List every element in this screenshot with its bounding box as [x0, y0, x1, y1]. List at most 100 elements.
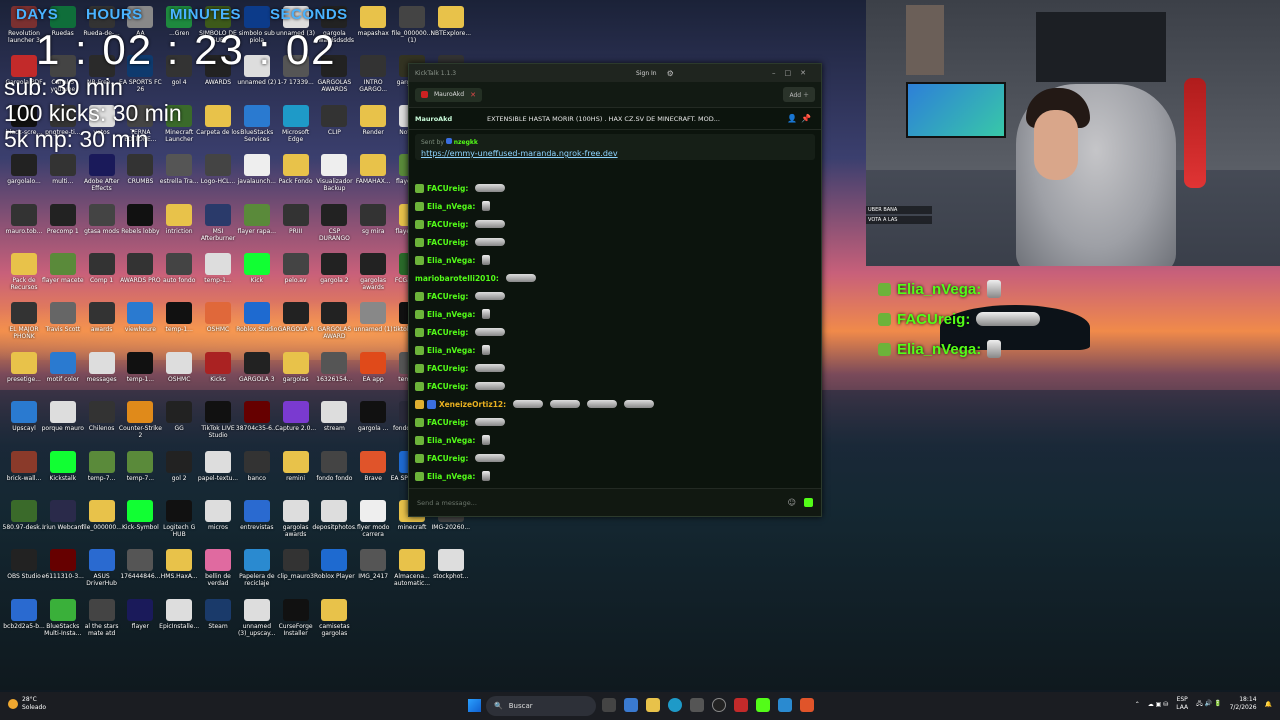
message-input[interactable]: Send a message... ☺	[409, 488, 821, 516]
edge-icon[interactable]	[668, 698, 682, 712]
desktop-icon[interactable]: IMG_2417	[351, 549, 395, 587]
desktop-icon[interactable]: temp-1...	[157, 302, 201, 340]
desktop-icon[interactable]: unnamed (3)_upscay...	[235, 598, 279, 637]
desktop-icon[interactable]: bellin de verdad	[196, 549, 240, 587]
chat-message[interactable]: Elia_nVega:	[415, 341, 815, 359]
desktop-icon[interactable]: CurseForge Installer	[274, 598, 318, 637]
desktop-icon[interactable]: GARGOLAS AWARD	[312, 302, 356, 340]
desktop-icon[interactable]: Comp 1	[80, 253, 124, 291]
desktop-icon[interactable]: papel-textu...	[196, 450, 240, 489]
desktop-icon[interactable]: 38704c35-6...	[235, 401, 279, 439]
chat-username[interactable]: FACUreig:	[427, 382, 468, 391]
desktop-icon[interactable]: stream	[312, 401, 356, 439]
desktop-icon[interactable]: Kickstalk	[41, 450, 85, 489]
desktop-icon[interactable]: Kick	[235, 253, 279, 291]
chat-messages[interactable]: FACUreig: Elia_nVega: FACUreig: FACUreig: El…	[415, 179, 815, 485]
desktop-icon[interactable]: OSHMC	[157, 351, 201, 390]
language-indicator[interactable]: ESP LAA	[1176, 696, 1188, 712]
chat-message[interactable]: FACUreig:	[415, 179, 815, 197]
file-explorer-icon[interactable]	[646, 698, 660, 712]
gear-icon[interactable]: ⚙	[667, 69, 674, 78]
user-pin-icons[interactable]: 👤📌	[787, 114, 815, 123]
chat-username[interactable]: Elia_nVega:	[427, 256, 475, 265]
app-icon[interactable]	[690, 698, 704, 712]
chat-message[interactable]: Elia_nVega:	[415, 197, 815, 215]
desktop-icon[interactable]: flayer rapa...	[235, 203, 279, 242]
tray-icons[interactable]: ☁ ▣ ⛁	[1148, 701, 1169, 708]
desktop-icon[interactable]: camisetas gargolas	[312, 598, 356, 637]
add-tab-button[interactable]: Add ＋	[783, 87, 815, 102]
chat-message[interactable]: XeneizeOrtiz12:	[415, 395, 815, 413]
desktop-icon[interactable]: Kick-Symbol	[118, 500, 162, 538]
desktop-icon[interactable]: Steam	[196, 598, 240, 637]
chat-message[interactable]: Elia_nVega:	[415, 431, 815, 449]
desktop-icon[interactable]: OBS Studio	[2, 549, 46, 587]
chat-message[interactable]: Elia_nVega:	[415, 467, 815, 485]
desktop-icon[interactable]: Counter-Strike 2	[118, 401, 162, 439]
desktop-icon[interactable]: Logitech G HUB	[157, 500, 201, 538]
desktop-icon[interactable]: Rebels lobby	[118, 203, 162, 242]
chat-username[interactable]: FACUreig:	[427, 292, 468, 301]
app-blue-icon[interactable]	[778, 698, 792, 712]
desktop-icon[interactable]: Brave	[351, 450, 395, 489]
pinned-link[interactable]: https://emmy-uneffused-maranda.ngrok-fre…	[421, 149, 809, 158]
close-tab-icon[interactable]: ✕	[470, 91, 476, 99]
desktop-icon[interactable]: AWARDS PRO	[118, 253, 162, 291]
desktop-icon[interactable]: Capture 2.0...	[274, 401, 318, 439]
brave-icon[interactable]	[800, 698, 814, 712]
desktop-icon[interactable]: BlueStacks Multi-Insta...	[41, 598, 85, 637]
clock[interactable]: 18:14 7/2/2026	[1230, 696, 1257, 712]
desktop-icon[interactable]: TikTok LIVE Studio	[196, 401, 240, 439]
desktop-icon[interactable]: unnamed (1)	[351, 302, 395, 340]
chat-username[interactable]: FACUreig:	[427, 454, 468, 463]
desktop-icon[interactable]: NBTExplore...	[429, 6, 473, 44]
desktop-icon[interactable]: brick-wall...	[2, 450, 46, 489]
desktop-icon[interactable]: Roblox Studio	[235, 302, 279, 340]
desktop-icon[interactable]: gargolas awards	[274, 500, 318, 538]
obs-icon[interactable]	[712, 698, 726, 712]
desktop-icon[interactable]: flayer	[118, 598, 162, 637]
desktop-icon[interactable]: gargolas awards	[351, 253, 395, 291]
chat-message[interactable]: Elia_nVega:	[415, 305, 815, 323]
chat-username[interactable]: mariobarotelli2010:	[415, 274, 499, 283]
desktop-icon[interactable]: Travis Scott	[41, 302, 85, 340]
chat-username[interactable]: Elia_nVega:	[427, 310, 475, 319]
chat-username[interactable]: FACUreig:	[427, 238, 468, 247]
chat-message[interactable]: FACUreig:	[415, 233, 815, 251]
tray-chevron-icon[interactable]: ⌃	[1135, 701, 1140, 708]
chat-username[interactable]: Elia_nVega:	[427, 436, 475, 445]
desktop-icon[interactable]: file_000000... (1)	[390, 6, 434, 44]
desktop-icon[interactable]: flyer modo carrera	[351, 500, 395, 538]
desktop-icon[interactable]: mauro.tob...	[2, 203, 46, 242]
desktop-icon[interactable]: temp-7...	[80, 450, 124, 489]
network-volume-icons[interactable]: 🖧 🔊 🔋	[1196, 699, 1221, 709]
desktop-icon[interactable]: ASUS DriverHub	[80, 549, 124, 587]
chat-message[interactable]: Elia_nVega:	[415, 251, 815, 269]
window-titlebar[interactable]: KickTalk 1.1.3 Sign In ⚙ –□✕	[409, 64, 821, 82]
desktop-icon[interactable]: entrevistas	[235, 500, 279, 538]
desktop-icon[interactable]: gol 2	[157, 450, 201, 489]
desktop-icon[interactable]: GARGOLA 3	[235, 351, 279, 390]
desktop-icon[interactable]: banco	[235, 450, 279, 489]
desktop-icon[interactable]: Iriun Webcam	[41, 500, 85, 538]
desktop-icon[interactable]: presetige...	[2, 351, 46, 390]
chat-username[interactable]: FACUreig:	[427, 418, 468, 427]
chat-username[interactable]: Elia_nVega:	[427, 346, 475, 355]
desktop-icon[interactable]: OSHMC	[196, 302, 240, 340]
chat-message[interactable]: FACUreig:	[415, 287, 815, 305]
chat-message[interactable]: FACUreig:	[415, 377, 815, 395]
desktop-icon[interactable]: mapashax	[351, 6, 395, 44]
emote-picker-icon[interactable]: ☺	[788, 498, 796, 507]
desktop-icon[interactable]: Papelera de reciclaje	[235, 549, 279, 587]
chat-username[interactable]: FACUreig:	[427, 328, 468, 337]
desktop-icon[interactable]: fondo fondo	[312, 450, 356, 489]
desktop-icon[interactable]: Pack de Recursos	[2, 253, 46, 291]
desktop-icon[interactable]: Almacena... automatic...	[390, 549, 434, 587]
desktop-icon[interactable]: depositphotos...	[312, 500, 356, 538]
desktop-icon[interactable]: Chilenos	[80, 401, 124, 439]
desktop-icon[interactable]: EA app	[351, 351, 395, 390]
desktop-icon[interactable]: pelo.av	[274, 253, 318, 291]
chat-message[interactable]: FACUreig:	[415, 215, 815, 233]
desktop-icon[interactable]: gargola 2	[312, 253, 356, 291]
desktop-icon[interactable]: EpicInstalle...	[157, 598, 201, 637]
